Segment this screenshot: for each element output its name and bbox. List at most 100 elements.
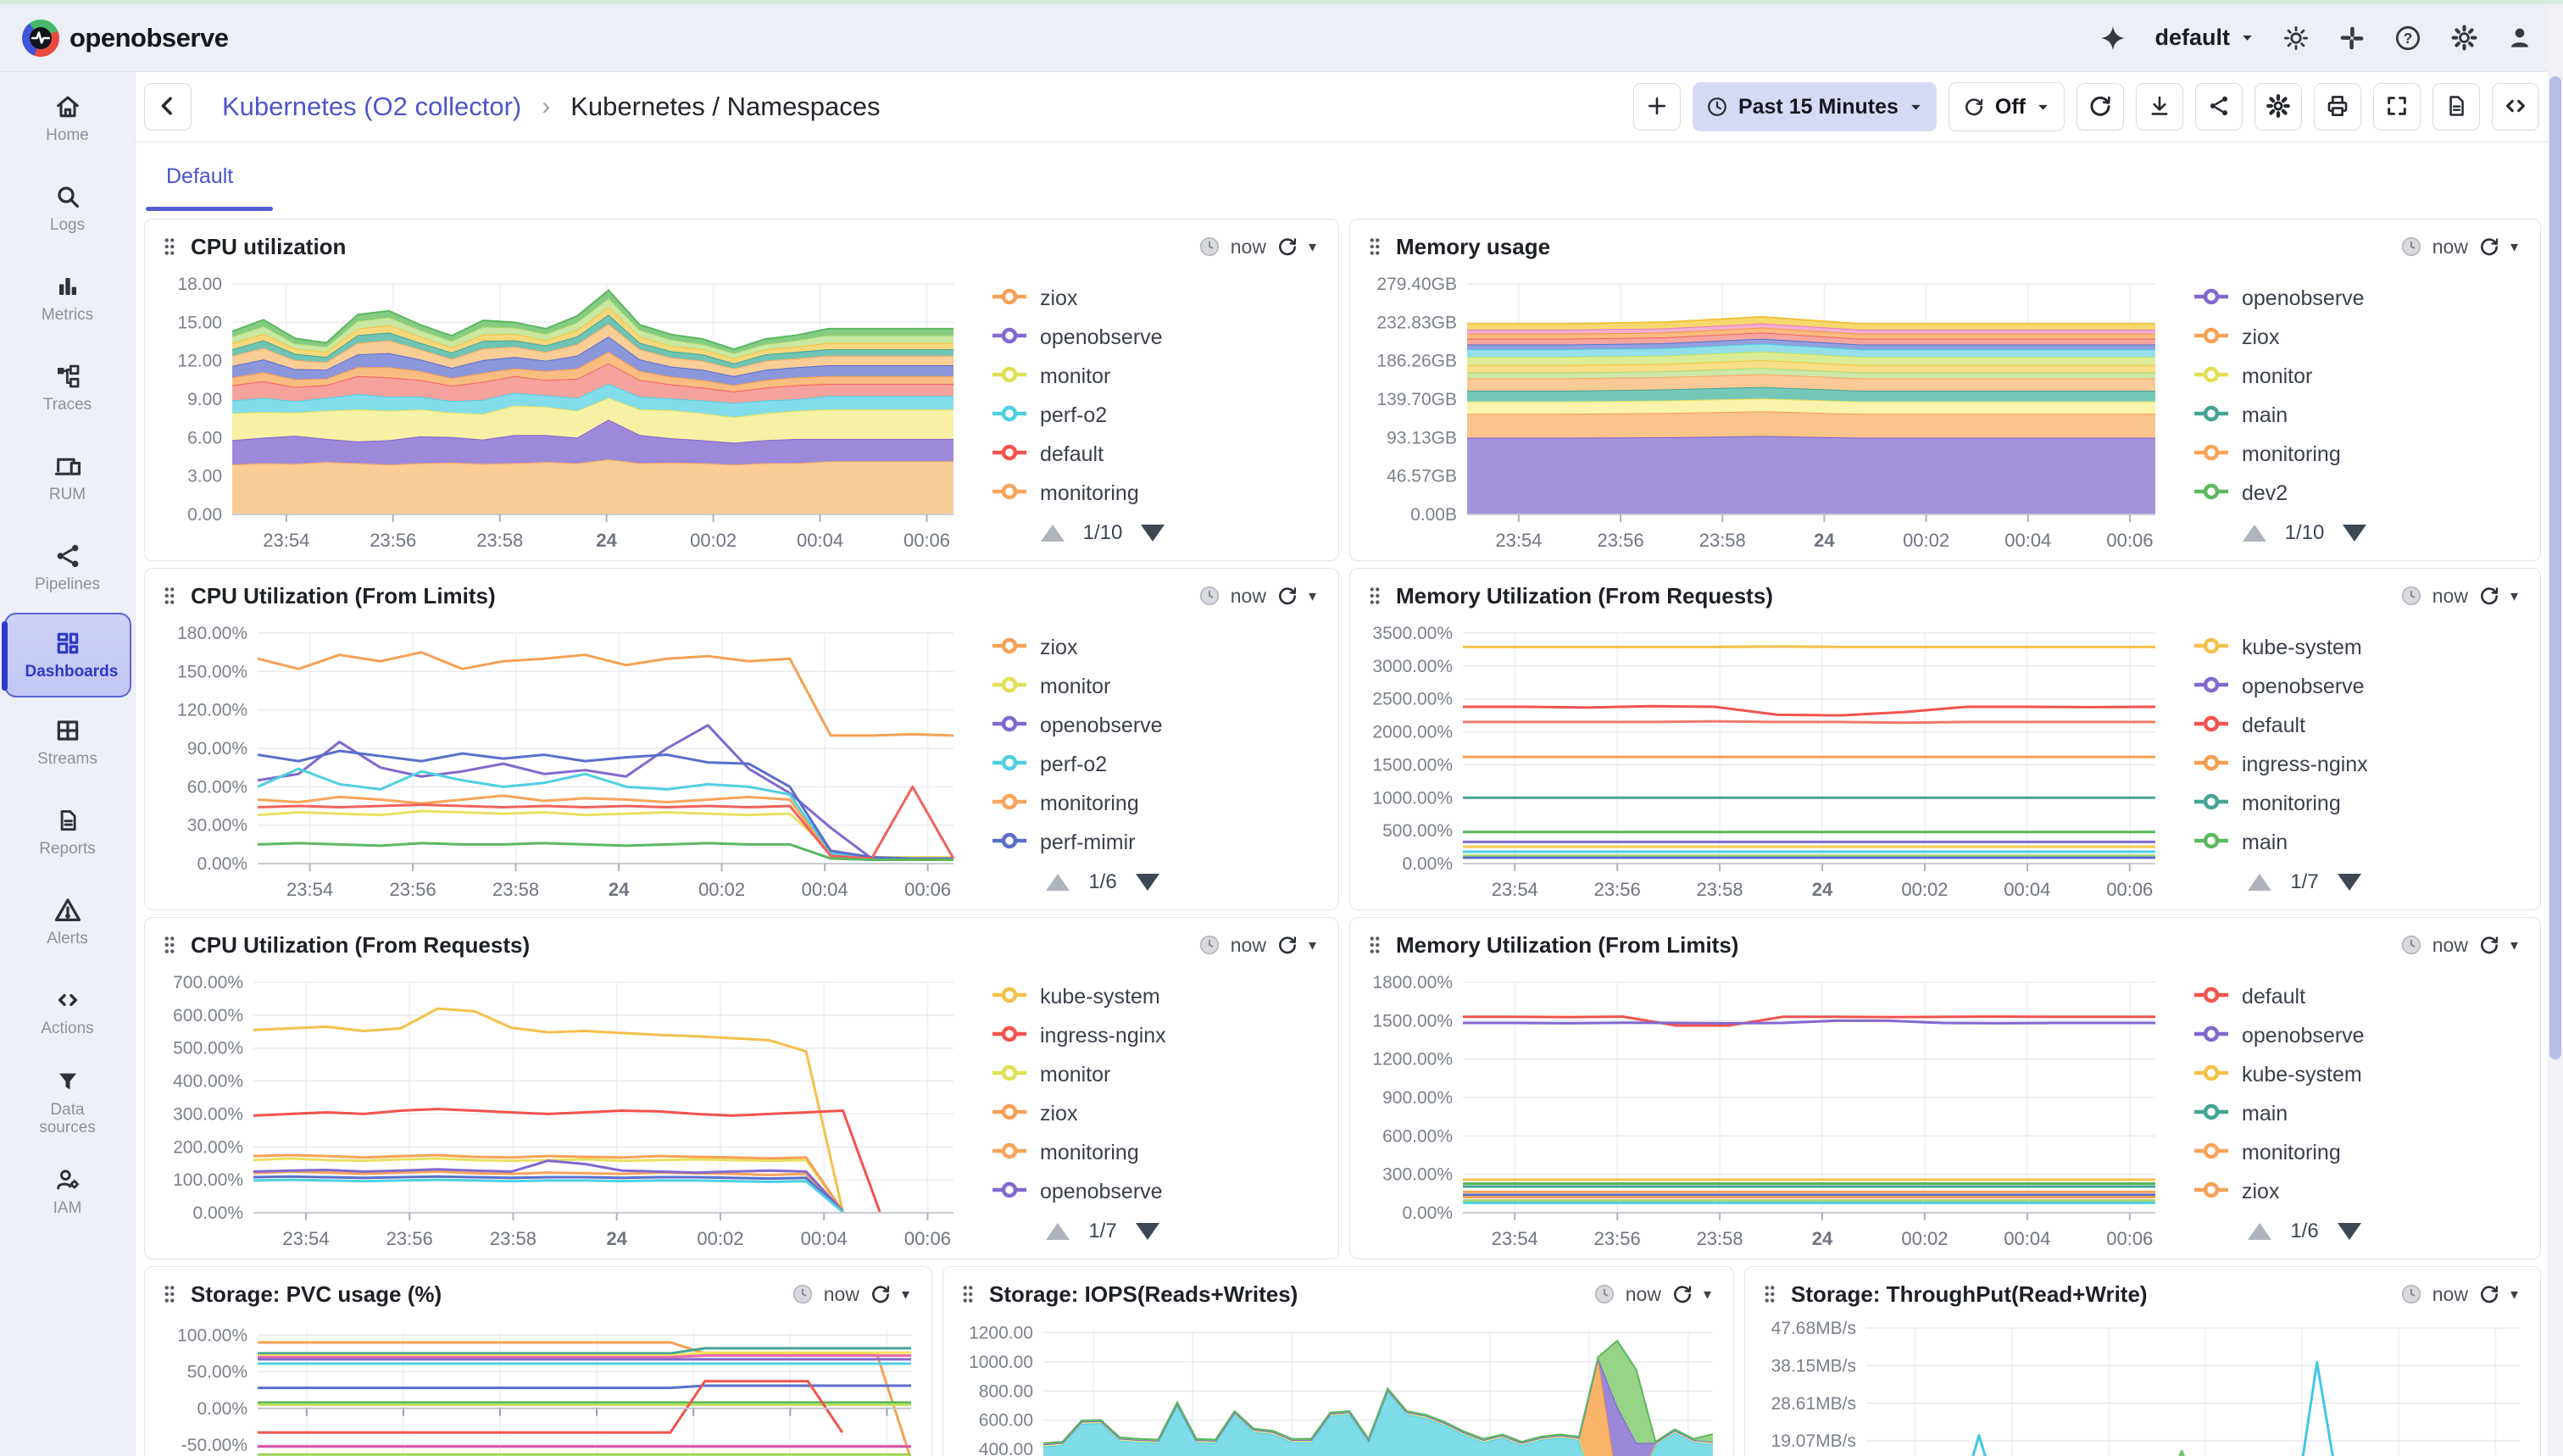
legend-item-perf-mimir[interactable]: perf-mimir [991,831,1332,853]
slack-icon[interactable] [2338,24,2366,53]
legend-item-monitor[interactable]: monitor [2193,365,2533,387]
panel-refresh-icon[interactable] [2478,236,2500,258]
legend-item-main[interactable]: main [2193,404,2533,426]
legend-item-ziox[interactable]: ziox [2193,326,2533,348]
sidebar-item-alerts[interactable]: Alerts [4,877,131,967]
page-up-icon[interactable] [1041,525,1065,542]
ai-assistant-icon[interactable] [2099,24,2127,53]
sidebar-item-rum[interactable]: RUM [4,433,131,523]
tab-default[interactable]: Default [166,164,233,189]
chevron-down-icon[interactable]: ▾ [2510,587,2518,605]
dashboard-settings-button[interactable] [2254,83,2302,131]
theme-toggle-icon[interactable] [2282,24,2310,53]
help-icon[interactable]: ? [2393,24,2422,53]
drag-handle-icon[interactable] [162,236,179,258]
page-down-icon[interactable] [2338,1223,2361,1240]
panel-refresh-icon[interactable] [1671,1283,1693,1305]
sidebar-item-iam[interactable]: IAM [4,1147,131,1236]
legend-item-ziox[interactable]: ziox [2193,1181,2533,1203]
back-button[interactable] [144,83,192,131]
drag-handle-icon[interactable] [162,585,179,607]
time-range-selector[interactable]: Past 15 Minutes [1693,82,1937,131]
page-up-icon[interactable] [2248,1223,2271,1240]
fullscreen-button[interactable] [2373,83,2421,131]
legend-item-monitoring[interactable]: monitoring [2193,443,2533,465]
legend-item-main[interactable]: main [2193,1103,2533,1125]
sidebar-item-traces[interactable]: Traces [4,343,131,433]
chevron-down-icon[interactable]: ▾ [1309,587,1316,605]
drag-handle-icon[interactable] [162,1283,179,1305]
legend-item-monitoring[interactable]: monitoring [2193,792,2533,814]
legend-item-kube-system[interactable]: kube-system [2193,1064,2533,1086]
json-view-button[interactable] [2432,83,2480,131]
page-up-icon[interactable] [2248,874,2271,891]
legend-item-main[interactable]: main [2193,831,2533,853]
legend-item-perf-o2[interactable]: perf-o2 [991,404,1332,426]
legend-item-openobserve[interactable]: openobserve [2193,1025,2533,1047]
chevron-down-icon[interactable]: ▾ [2510,936,2518,954]
legend-item-perf-o2[interactable]: perf-o2 [991,753,1332,775]
drag-handle-icon[interactable] [1367,236,1384,258]
legend-item-openobserve[interactable]: openobserve [991,1181,1332,1203]
chevron-down-icon[interactable]: ▾ [1704,1286,1711,1303]
add-panel-button[interactable] [1633,83,1681,131]
panel-refresh-icon[interactable] [2478,934,2500,956]
legend-item-monitoring[interactable]: monitoring [991,792,1332,814]
legend-item-monitor[interactable]: monitor [991,365,1332,387]
legend-item-default[interactable]: default [991,443,1332,465]
chevron-down-icon[interactable]: ▾ [1309,936,1316,954]
sidebar-item-data-sources[interactable]: Data sources [4,1057,131,1147]
legend-item-ingress-nginx[interactable]: ingress-nginx [2193,753,2533,775]
legend-item-default[interactable]: default [2193,714,2533,736]
panel-refresh-icon[interactable] [1276,585,1298,607]
chevron-down-icon[interactable]: ▾ [902,1286,909,1303]
legend-item-ziox[interactable]: ziox [991,636,1332,659]
panel-refresh-icon[interactable] [1276,236,1298,258]
legend-item-monitoring[interactable]: monitoring [991,482,1332,504]
sidebar-item-pipelines[interactable]: Pipelines [4,523,131,613]
sidebar-item-logs[interactable]: Logs [4,164,131,253]
drag-handle-icon[interactable] [1367,585,1384,607]
drag-handle-icon[interactable] [1367,934,1384,956]
page-up-icon[interactable] [1046,874,1070,891]
page-down-icon[interactable] [2338,874,2361,891]
export-button[interactable] [2136,83,2183,131]
page-down-icon[interactable] [1136,874,1159,891]
legend-item-monitor[interactable]: monitor [991,1064,1332,1086]
org-selector[interactable]: default [2154,25,2254,51]
chevron-down-icon[interactable]: ▾ [1309,238,1316,256]
drag-handle-icon[interactable] [162,934,179,956]
legend-item-kube-system[interactable]: kube-system [2193,636,2533,659]
user-profile-icon[interactable] [2505,24,2534,53]
legend-item-monitor[interactable]: monitor [991,675,1332,697]
refresh-button[interactable] [2077,83,2124,131]
drag-handle-icon[interactable] [1762,1283,1779,1305]
page-up-icon[interactable] [1046,1223,1070,1240]
legend-item-openobserve[interactable]: openobserve [991,714,1332,736]
panel-refresh-icon[interactable] [1276,934,1298,956]
legend-item-default[interactable]: default [2193,986,2533,1008]
legend-item-dev2[interactable]: dev2 [2193,482,2533,504]
panel-refresh-icon[interactable] [2478,1283,2500,1305]
query-inspector-button[interactable] [2492,83,2539,131]
page-down-icon[interactable] [2343,525,2366,542]
share-button[interactable] [2195,83,2243,131]
scrollbar-thumb[interactable] [2549,76,2561,1059]
legend-item-ingress-nginx[interactable]: ingress-nginx [991,1025,1332,1047]
legend-item-ziox[interactable]: ziox [991,287,1332,309]
drag-handle-icon[interactable] [960,1283,977,1305]
legend-item-kube-system[interactable]: kube-system [991,986,1332,1008]
legend-item-openobserve[interactable]: openobserve [2193,675,2533,697]
legend-item-monitoring[interactable]: monitoring [2193,1142,2533,1164]
sidebar-item-streams[interactable]: Streams [4,697,131,787]
chevron-down-icon[interactable]: ▾ [2510,1286,2518,1303]
legend-item-monitoring[interactable]: monitoring [991,1142,1332,1164]
print-button[interactable] [2314,83,2361,131]
page-up-icon[interactable] [2243,525,2266,542]
chevron-down-icon[interactable]: ▾ [2510,238,2518,256]
app-logo[interactable]: openobserve [22,19,228,57]
sidebar-item-dashboards[interactable]: Dashboards [4,613,131,697]
panel-refresh-icon[interactable] [870,1283,892,1305]
breadcrumb-folder-link[interactable]: Kubernetes (O2 collector) [222,92,521,122]
auto-refresh-selector[interactable]: Off [1949,82,2065,131]
